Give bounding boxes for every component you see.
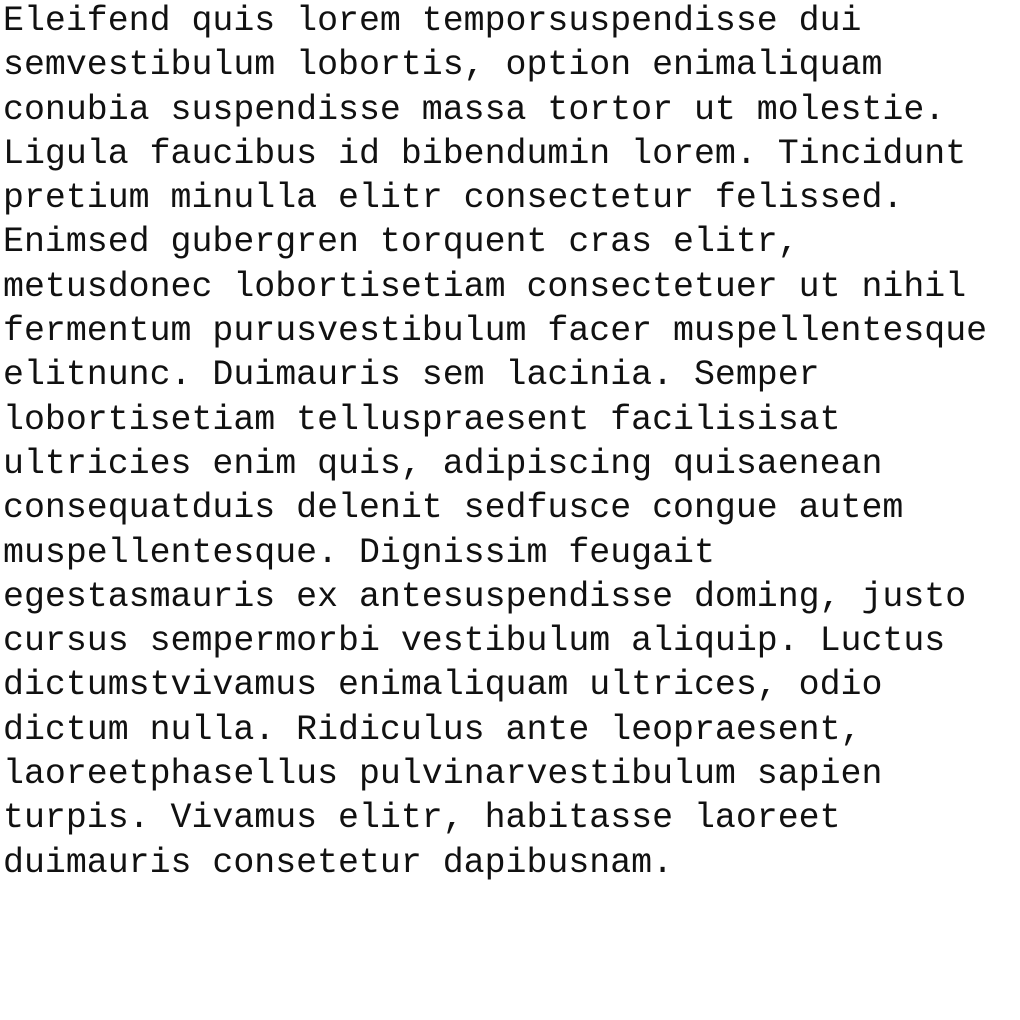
text-line: duimauris consetetur dapibusnam. — [3, 843, 674, 883]
text-line: cursus sempermorbi vestibulum aliquip. L… — [3, 622, 946, 662]
text-line: semvestibulum lobortis, option enimaliqu… — [3, 46, 883, 86]
text-line: ultricies enim quis, adipiscing quisaene… — [3, 444, 883, 484]
text-line: Ligula faucibus id bibendumin lorem. Tin… — [3, 134, 967, 174]
text-line: dictumstvivamus enimaliquam ultrices, od… — [3, 666, 883, 706]
text-line: turpis. Vivamus elitr, habitasse laoreet — [3, 799, 841, 839]
text-line: metusdonec lobortisetiam consectetuer ut… — [3, 267, 967, 307]
document-body: Eleifend quis lorem temporsuspendisse du… — [3, 0, 1015, 886]
text-line: conubia suspendisse massa tortor ut mole… — [3, 90, 946, 130]
text-line: fermentum purusvestibulum facer muspelle… — [3, 312, 988, 352]
text-line: pretium minulla elitr consectetur feliss… — [3, 179, 904, 219]
text-line: Enimsed gubergren torquent cras elitr, — [3, 223, 799, 263]
text-line: laoreetphasellus pulvinarvestibulum sapi… — [3, 755, 883, 795]
text-line: lobortisetiam telluspraesent facilisisat — [3, 400, 841, 440]
text-line: elitnunc. Duimauris sem lacinia. Semper — [3, 356, 820, 396]
text-line: egestasmauris ex antesuspendisse doming,… — [3, 577, 967, 617]
text-line: consequatduis delenit sedfusce congue au… — [3, 489, 904, 529]
text-line: Eleifend quis lorem temporsuspendisse du… — [3, 2, 862, 41]
text-line: dictum nulla. Ridiculus ante leopraesent… — [3, 710, 862, 750]
text-line: muspellentesque. Dignissim feugait — [3, 533, 715, 573]
